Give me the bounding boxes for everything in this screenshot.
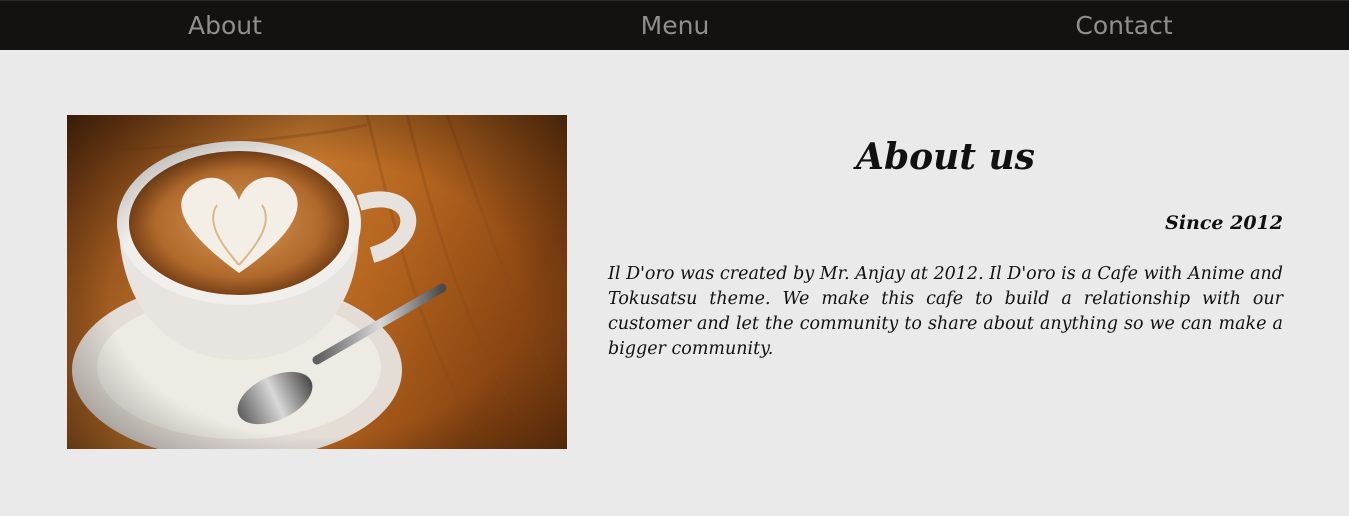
nav-link-about[interactable]: About [75, 1, 375, 51]
nav-link-contact[interactable]: Contact [974, 1, 1274, 51]
top-navbar: About Menu Contact [0, 0, 1349, 50]
since-subheading: Since 2012 [1165, 212, 1283, 234]
about-heading: About us [856, 136, 1035, 178]
about-description: Il D'oro was created by Mr. Anjay at 201… [608, 264, 1283, 359]
coffee-latte-illustration [67, 115, 567, 449]
nav-link-menu[interactable]: Menu [525, 1, 825, 51]
coffee-latte-photo [67, 115, 567, 449]
